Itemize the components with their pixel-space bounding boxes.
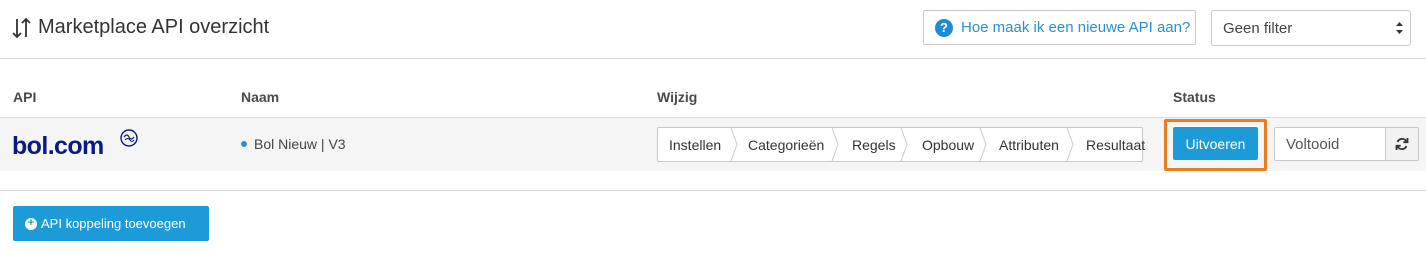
status-field: Voltooid [1274,127,1385,161]
status-dot-icon [241,141,247,147]
bol-com-logo: bol.com [12,132,104,160]
add-api-connection-label: API koppeling toevoegen [41,216,186,231]
page-title-text: Marketplace API overzicht [38,16,270,38]
edit-steps-breadcrumb: Instellen Categorieën Regels Opbouw Attr… [657,127,1145,162]
sort-arrows-icon [12,17,32,39]
api-name-label: Bol Nieuw | V3 [254,136,346,152]
divider [0,190,1426,191]
refresh-icon [1395,138,1409,150]
step-resultaat[interactable]: Resultaat [1072,128,1145,161]
column-header-wijzig: Wijzig [657,89,698,105]
step-opbouw[interactable]: Opbouw [906,128,987,161]
plus-circle-icon: + [25,217,37,230]
help-new-api-button[interactable]: ? Hoe maak ik een nieuwe API aan? [923,10,1196,45]
column-header-naam: Naam [241,89,280,105]
run-button[interactable]: Uitvoeren [1173,127,1258,160]
help-new-api-label: Hoe maak ik een nieuwe API aan? [961,19,1191,36]
api-name: Bol Nieuw | V3 [241,136,346,152]
refresh-status-button[interactable] [1385,127,1419,161]
column-header-api: API [13,89,37,105]
column-header-status: Status [1173,89,1216,105]
page-header: Marketplace API overzicht ? Hoe maak ik … [0,0,1426,59]
filter-selected-value: Geen filter [1223,19,1293,37]
filter-select[interactable]: Geen filter [1211,10,1411,46]
step-attributen[interactable]: Attributen [985,128,1074,161]
step-instellen[interactable]: Instellen [658,128,738,161]
bol-com-logo-mark-icon [119,128,139,153]
status-value: Voltooid [1286,135,1340,153]
step-regels[interactable]: Regels [837,128,908,161]
select-arrows-icon [1395,20,1404,36]
step-categorieen[interactable]: Categorieën [736,128,839,161]
question-icon: ? [935,18,953,37]
add-api-connection-button[interactable]: + API koppeling toevoegen [13,206,209,241]
page-title: Marketplace API overzicht [12,16,269,39]
